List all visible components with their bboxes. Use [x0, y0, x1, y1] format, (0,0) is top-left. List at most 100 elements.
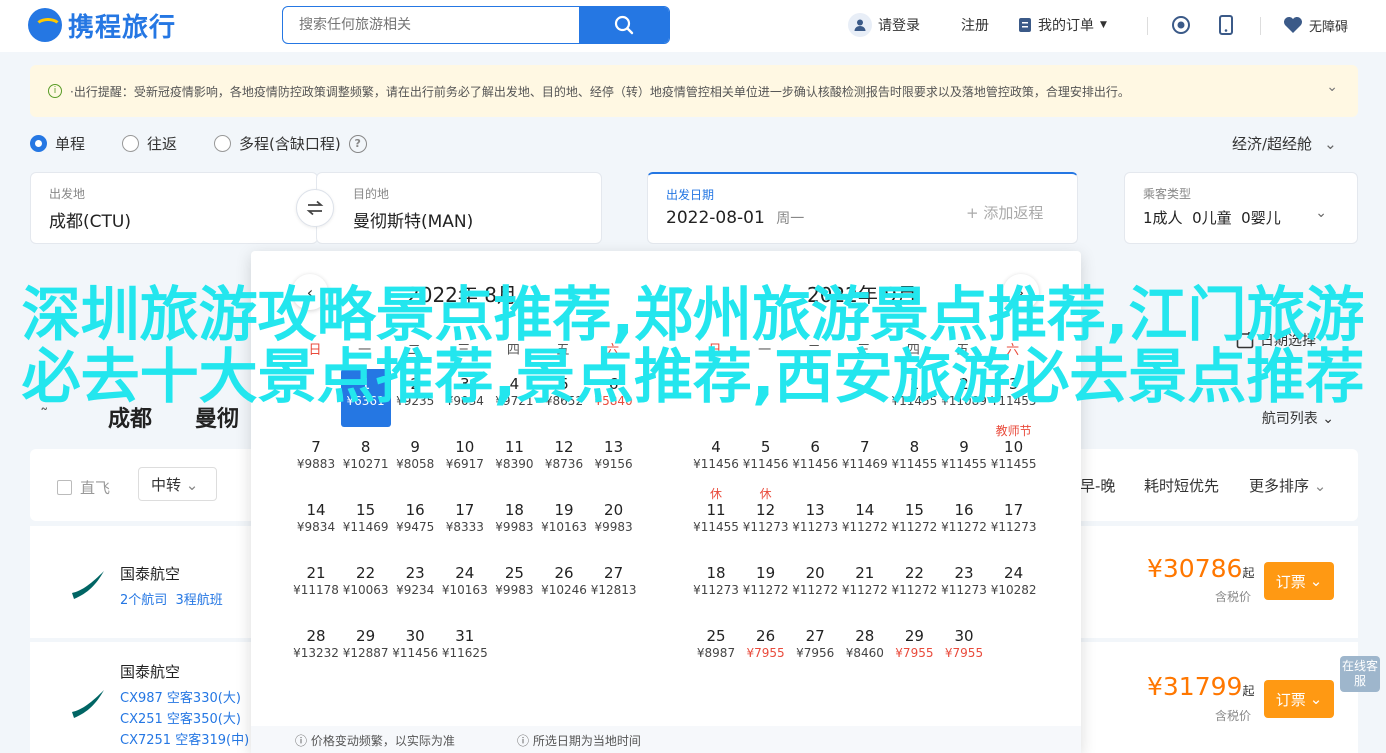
calendar-day[interactable]: 16 ¥11272 [939, 495, 989, 553]
direct-checkbox[interactable]: 直飞 [57, 477, 110, 498]
calendar-day[interactable]: 9 ¥8058 [390, 432, 440, 490]
cabin-select[interactable]: 经济/超经舱 ⌄ [1232, 133, 1337, 154]
calendar-day[interactable]: 26 ¥10246 [539, 558, 589, 616]
calendar-day[interactable]: 休 12 ¥11273 [741, 487, 791, 553]
airline-table-link[interactable]: 航司列表 ⌄ [1262, 408, 1334, 428]
calendar-day[interactable]: 27 ¥12813 [589, 558, 639, 616]
calendar-day[interactable]: 休 11 ¥11455 [691, 487, 741, 553]
calendar-day[interactable]: 9 ¥11455 [939, 432, 989, 490]
calendar-day[interactable]: 15 ¥11469 [341, 495, 391, 553]
calendar-day[interactable]: 29 ¥12887 [341, 621, 391, 679]
calendar-day[interactable]: 10 ¥6917 [440, 432, 490, 490]
calendar-day[interactable]: 14 ¥9834 [291, 495, 341, 553]
chevron-down-icon: ⌄ [1315, 205, 1327, 221]
calendar-day[interactable]: 24 ¥10282 [989, 558, 1039, 616]
add-return-button[interactable]: + 添加返程 [966, 202, 1043, 223]
calendar-day[interactable]: 21 ¥11178 [291, 558, 341, 616]
calendar-day[interactable]: 25 ¥8987 [691, 621, 741, 679]
calendar-day[interactable]: 教师节 10 ¥11455 [989, 424, 1039, 490]
calendar-day[interactable]: 30 ¥11456 [390, 621, 440, 679]
caret-down-icon: ▼ [1100, 20, 1107, 30]
calendar-day[interactable]: 20 ¥9983 [589, 495, 639, 553]
calendar-day[interactable]: 17 ¥11273 [989, 495, 1039, 553]
calendar-day[interactable]: 26 ¥7955 [741, 621, 791, 679]
calendar-day[interactable]: 28 ¥8460 [840, 621, 890, 679]
divider [1260, 17, 1261, 35]
day-price: ¥11273 [693, 583, 739, 597]
calendar-day[interactable]: 22 ¥10063 [341, 558, 391, 616]
passenger-field[interactable]: 乘客类型 1成人 0儿童 0婴儿 ⌄ [1124, 172, 1358, 244]
calendar-day[interactable]: 27 ¥7956 [790, 621, 840, 679]
calendar-day[interactable]: 17 ¥8333 [440, 495, 490, 553]
ctrip-logo[interactable]: 携程旅行 [28, 6, 176, 44]
day-price: ¥7955 [944, 646, 984, 660]
calendar-day[interactable]: 29 ¥7955 [889, 621, 939, 679]
flight-leg[interactable]: CX987 空客330(大) [120, 687, 241, 706]
calendar-day[interactable]: 22 ¥11272 [889, 558, 939, 616]
service-icon[interactable] [1169, 13, 1193, 37]
calendar-day[interactable]: 12 ¥8736 [539, 432, 589, 490]
calendar-day[interactable]: 24 ¥10163 [440, 558, 490, 616]
calendar-day[interactable]: 7 ¥11469 [840, 432, 890, 490]
date-text: 2022-08-01 [666, 208, 765, 228]
calendar-day[interactable]: 13 ¥9156 [589, 432, 639, 490]
flight-leg[interactable]: CX251 空客350(大) [120, 708, 241, 727]
day-number: 17 [455, 501, 475, 519]
airline-detail[interactable]: 2个航司 3程航班 [120, 589, 223, 608]
airline-table-label: 航司列表 [1261, 411, 1318, 427]
day-price: ¥11455 [891, 457, 938, 471]
day-price: ¥9883 [296, 457, 336, 471]
shortest-sort[interactable]: 耗时短优先 [1144, 475, 1219, 496]
register-link[interactable]: 注册 [961, 13, 989, 37]
accessibility-link[interactable]: 无障碍 [1283, 13, 1348, 37]
book-button[interactable]: 订票 ⌄ [1264, 680, 1334, 718]
destination-field[interactable]: 目的地 曼彻斯特(MAN) [316, 172, 602, 244]
calendar-day[interactable]: 30 ¥7955 [939, 621, 989, 679]
calendar-day[interactable]: 28 ¥13232 [291, 621, 341, 679]
calendar-day[interactable]: 18 ¥9983 [489, 495, 539, 553]
radio-round-trip[interactable]: 往返 [122, 133, 177, 154]
calendar-day[interactable]: 15 ¥11272 [889, 495, 939, 553]
departure-date-field[interactable]: 出发日期 2022-08-01 周一 + 添加返程 [647, 172, 1078, 244]
calendar-day[interactable]: 23 ¥9234 [390, 558, 440, 616]
online-service-button[interactable]: 在线客服 [1340, 656, 1380, 692]
radio-one-way[interactable]: 单程 [30, 133, 85, 154]
more-sort[interactable]: 更多排序 ⌄ [1249, 475, 1326, 496]
my-orders-menu[interactable]: 我的订单 ▼ [1018, 13, 1107, 37]
day-number: 9 [959, 438, 969, 456]
calendar-day[interactable]: 31 ¥11625 [440, 621, 490, 679]
mobile-app-icon[interactable] [1214, 13, 1238, 37]
search-input[interactable] [283, 7, 579, 43]
calendar-day[interactable]: 19 ¥11272 [741, 558, 791, 616]
calendar-day[interactable]: 8 ¥11455 [889, 432, 939, 490]
transfer-dropdown[interactable]: 中转 ⌄ [138, 467, 217, 501]
calendar-day[interactable]: 21 ¥11272 [840, 558, 890, 616]
swap-cities-button[interactable] [296, 189, 334, 227]
day-number: 27 [604, 564, 624, 582]
calendar-day[interactable]: 23 ¥11273 [939, 558, 989, 616]
calendar-day[interactable]: 20 ¥11272 [790, 558, 840, 616]
search-button[interactable] [579, 7, 669, 43]
time-sort[interactable]: 早-晚 [1080, 475, 1115, 496]
calendar-day[interactable]: 18 ¥11273 [691, 558, 741, 616]
radio-multi-city[interactable]: 多程(含缺口程) ? [214, 133, 367, 154]
accessibility-label: 无障碍 [1309, 19, 1349, 35]
calendar-day[interactable]: 11 ¥8390 [489, 432, 539, 490]
calendar-day[interactable]: 25 ¥9983 [489, 558, 539, 616]
calendar-day[interactable]: 7 ¥9883 [291, 432, 341, 490]
day-price: ¥11469 [841, 457, 888, 471]
calendar-day[interactable]: 6 ¥11456 [790, 432, 840, 490]
calendar-day[interactable]: 14 ¥11272 [840, 495, 890, 553]
calendar-day[interactable]: 4 ¥11456 [691, 432, 741, 490]
help-icon[interactable]: ? [348, 134, 367, 153]
calendar-day[interactable]: 13 ¥11273 [790, 495, 840, 553]
calendar-day[interactable]: 8 ¥10271 [341, 432, 391, 490]
calendar-day[interactable]: 19 ¥10163 [539, 495, 589, 553]
book-button[interactable]: 订票 ⌄ [1264, 562, 1334, 600]
chevron-down-icon[interactable]: ⌄ [1326, 79, 1338, 95]
calendar-day[interactable]: 5 ¥11456 [741, 432, 791, 490]
flight-leg[interactable]: CX7251 空客319(中) [120, 729, 249, 748]
login-link[interactable]: 请登录 [848, 13, 920, 37]
departure-field[interactable]: 出发地 成都(CTU) [30, 172, 318, 244]
calendar-day[interactable]: 16 ¥9475 [390, 495, 440, 553]
